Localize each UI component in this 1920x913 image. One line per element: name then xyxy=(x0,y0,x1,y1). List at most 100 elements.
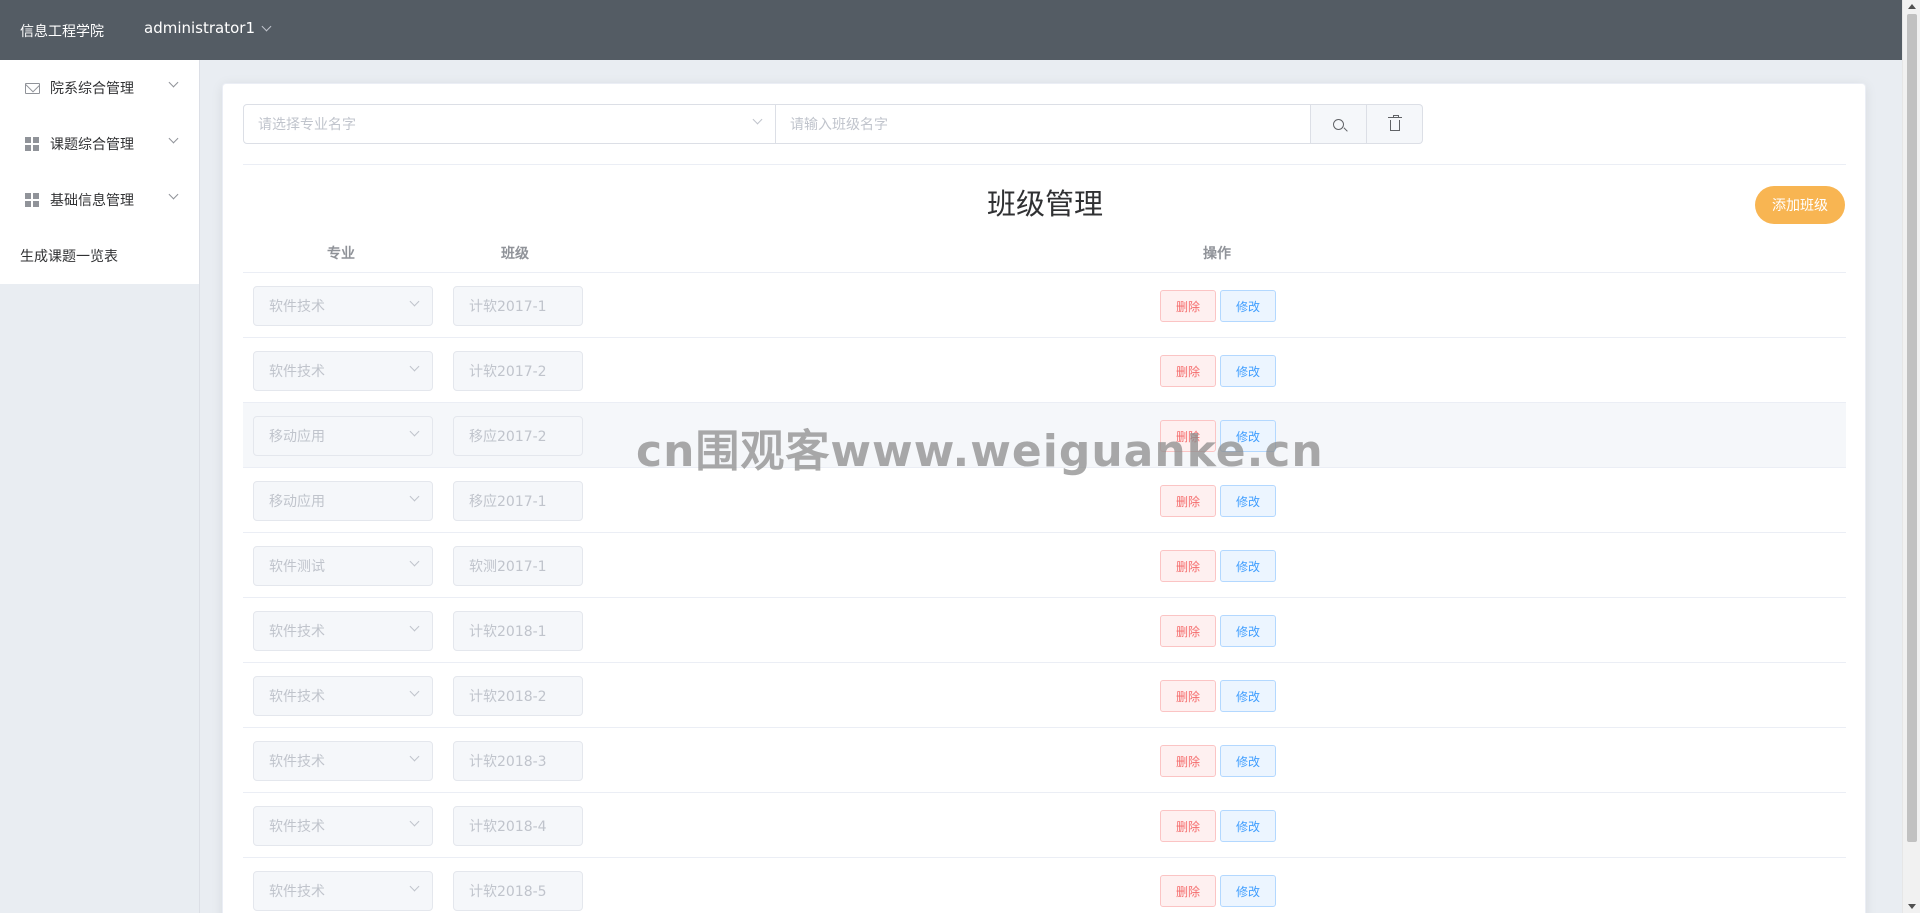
divider xyxy=(243,164,1846,165)
sidebar-item-label: 生成课题一览表 xyxy=(20,249,118,265)
class-name-placeholder: 请输入班级名字 xyxy=(790,117,888,133)
user-menu[interactable]: administrator1 xyxy=(144,19,272,37)
search-button[interactable] xyxy=(1311,104,1367,144)
row-class-value: 移应2017-1 xyxy=(469,494,547,510)
row-major-select[interactable]: 移动应用 xyxy=(253,481,433,521)
sidebar-item-label: 院系综合管理 xyxy=(50,81,134,97)
table-body: 软件技术 计软2017-1 删除 修改 软件技术 计软2017-2 删除 修改 移动应用 移应20… xyxy=(243,273,1846,913)
column-header-class: 班级 xyxy=(501,246,529,262)
edit-button[interactable]: 修改 xyxy=(1220,810,1276,842)
scroll-thumb[interactable] xyxy=(1907,14,1917,842)
column-header-actions: 操作 xyxy=(1203,246,1231,262)
row-class-value: 计软2017-2 xyxy=(469,364,547,380)
row-major-select[interactable]: 软件技术 xyxy=(253,741,433,781)
brand-title: 信息工程学院 xyxy=(20,24,104,40)
major-select[interactable]: 请选择专业名字 xyxy=(243,104,776,144)
top-header: 信息工程学院 administrator1 xyxy=(0,0,1902,60)
delete-button[interactable]: 删除 xyxy=(1160,420,1216,452)
row-class-input[interactable]: 计软2018-4 xyxy=(453,806,583,846)
row-class-value: 计软2018-2 xyxy=(469,689,547,705)
scroll-up-arrow-icon[interactable] xyxy=(1908,4,1916,9)
grid-icon xyxy=(24,192,40,208)
table-header: 专业 班级 操作 xyxy=(243,229,1846,273)
row-actions: 删除 修改 xyxy=(1160,485,1276,517)
chevron-down-icon xyxy=(409,556,420,567)
chevron-down-icon xyxy=(168,189,179,200)
table-row: 软件技术 计软2017-2 删除 修改 xyxy=(243,338,1846,403)
delete-button[interactable]: 删除 xyxy=(1160,680,1216,712)
scroll-down-arrow-icon[interactable] xyxy=(1908,904,1916,909)
row-major-select[interactable]: 软件技术 xyxy=(253,351,433,391)
table-row: 软件技术 计软2018-5 删除 修改 xyxy=(243,858,1846,913)
sidebar-item-topic-management[interactable]: 课题综合管理 xyxy=(0,116,199,172)
table-row: 软件技术 计软2018-1 删除 修改 xyxy=(243,598,1846,663)
chevron-down-icon xyxy=(409,361,420,372)
main-card: 请选择专业名字 请输入班级名字 班级管理 添加班级 专业 班级 操作 软件技术计… xyxy=(222,83,1866,913)
row-major-value: 软件技术 xyxy=(269,689,325,705)
edit-button[interactable]: 修改 xyxy=(1220,290,1276,322)
row-major-value: 移动应用 xyxy=(269,429,325,445)
delete-button[interactable]: 删除 xyxy=(1160,615,1216,647)
delete-button[interactable]: 删除 xyxy=(1160,745,1216,777)
row-major-value: 软件技术 xyxy=(269,299,325,315)
edit-button[interactable]: 修改 xyxy=(1220,355,1276,387)
row-major-select[interactable]: 软件技术 xyxy=(253,806,433,846)
row-class-input[interactable]: 计软2017-2 xyxy=(453,351,583,391)
row-class-value: 计软2018-3 xyxy=(469,754,547,770)
sidebar-item-topic-list[interactable]: 生成课题一览表 xyxy=(0,228,199,284)
row-class-input[interactable]: 软测2017-1 xyxy=(453,546,583,586)
row-major-select[interactable]: 软件测试 xyxy=(253,546,433,586)
table-row: 软件测试 软测2017-1 删除 修改 xyxy=(243,533,1846,598)
row-major-select[interactable]: 软件技术 xyxy=(253,871,433,911)
edit-button[interactable]: 修改 xyxy=(1220,485,1276,517)
trash-icon xyxy=(1387,115,1402,131)
row-class-value: 计软2017-1 xyxy=(469,299,547,315)
delete-button[interactable]: 删除 xyxy=(1160,355,1216,387)
row-class-input[interactable]: 计软2018-3 xyxy=(453,741,583,781)
major-select-placeholder: 请选择专业名字 xyxy=(258,117,356,133)
delete-button[interactable]: 删除 xyxy=(1160,290,1216,322)
edit-button[interactable]: 修改 xyxy=(1220,680,1276,712)
row-major-value: 软件测试 xyxy=(269,559,325,575)
delete-button[interactable]: 删除 xyxy=(1160,550,1216,582)
column-header-major: 专业 xyxy=(327,246,355,262)
clear-button[interactable] xyxy=(1367,104,1423,144)
delete-button[interactable]: 删除 xyxy=(1160,810,1216,842)
sidebar-item-department-management[interactable]: 院系综合管理 xyxy=(0,60,199,116)
edit-button[interactable]: 修改 xyxy=(1220,875,1276,907)
row-class-input[interactable]: 移应2017-1 xyxy=(453,481,583,521)
row-actions: 删除 修改 xyxy=(1160,355,1276,387)
row-class-value: 软测2017-1 xyxy=(469,559,547,575)
add-class-button[interactable]: 添加班级 xyxy=(1755,186,1845,224)
row-class-input[interactable]: 计软2017-1 xyxy=(453,286,583,326)
edit-button[interactable]: 修改 xyxy=(1220,615,1276,647)
row-actions: 删除 修改 xyxy=(1160,875,1276,907)
row-class-input[interactable]: 计软2018-2 xyxy=(453,676,583,716)
row-major-select[interactable]: 软件技术 xyxy=(253,286,433,326)
row-class-value: 计软2018-4 xyxy=(469,819,547,835)
sidebar: 院系综合管理 课题综合管理 基础信息管理 生成课题一览表 xyxy=(0,60,200,913)
row-major-select[interactable]: 软件技术 xyxy=(253,611,433,651)
delete-button[interactable]: 删除 xyxy=(1160,485,1216,517)
chevron-down-icon xyxy=(409,881,420,892)
edit-button[interactable]: 修改 xyxy=(1220,550,1276,582)
mail-icon xyxy=(24,80,40,96)
edit-button[interactable]: 修改 xyxy=(1220,420,1276,452)
row-major-select[interactable]: 软件技术 xyxy=(253,676,433,716)
row-class-value: 计软2018-5 xyxy=(469,884,547,900)
row-major-select[interactable]: 移动应用 xyxy=(253,416,433,456)
chevron-down-icon xyxy=(409,816,420,827)
chevron-down-icon xyxy=(261,21,272,31)
row-class-value: 计软2018-1 xyxy=(469,624,547,640)
sidebar-menu: 院系综合管理 课题综合管理 基础信息管理 生成课题一览表 xyxy=(0,60,199,284)
scrollbar[interactable] xyxy=(1902,0,1920,913)
row-class-input[interactable]: 移应2017-2 xyxy=(453,416,583,456)
sidebar-item-basic-info-management[interactable]: 基础信息管理 xyxy=(0,172,199,228)
class-name-input[interactable]: 请输入班级名字 xyxy=(776,104,1311,144)
chevron-down-icon xyxy=(409,686,420,697)
delete-button[interactable]: 删除 xyxy=(1160,875,1216,907)
table-row: 移动应用 移应2017-1 删除 修改 xyxy=(243,468,1846,533)
edit-button[interactable]: 修改 xyxy=(1220,745,1276,777)
row-class-input[interactable]: 计软2018-5 xyxy=(453,871,583,911)
row-class-input[interactable]: 计软2018-1 xyxy=(453,611,583,651)
